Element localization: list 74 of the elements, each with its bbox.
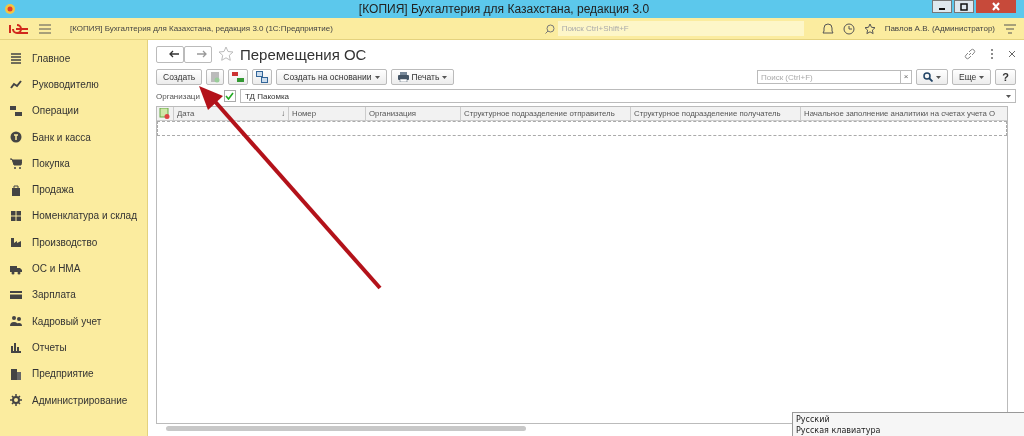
sort-indicator: ↓ bbox=[281, 109, 285, 118]
sidebar-item[interactable]: Операции bbox=[0, 97, 147, 124]
people-icon bbox=[10, 315, 22, 328]
close-icon[interactable] bbox=[976, 0, 1016, 13]
search-icon bbox=[922, 72, 933, 82]
bar-chart-icon bbox=[10, 341, 22, 354]
back-button[interactable] bbox=[156, 45, 184, 63]
clear-button[interactable]: × bbox=[899, 70, 912, 84]
sidebar-item[interactable]: Администрирование bbox=[0, 386, 147, 414]
bag-icon bbox=[10, 183, 22, 196]
sidebar-item[interactable]: Производство bbox=[0, 229, 147, 256]
search-button[interactable] bbox=[915, 69, 948, 85]
tooltip-text: Русский bbox=[796, 414, 831, 425]
restore-icon[interactable] bbox=[954, 0, 974, 13]
create-based-button[interactable]: Создать на основании bbox=[276, 69, 387, 85]
app-title: [КОПИЯ] Бухгалтерия для Казахстана, редакция 3.0 (1С:Предприятие) bbox=[70, 24, 333, 33]
sidebar-item[interactable]: Кадровый учет bbox=[0, 307, 147, 335]
history-icon[interactable] bbox=[842, 22, 855, 35]
create-button[interactable]: Создать bbox=[156, 69, 203, 85]
printer-icon bbox=[397, 72, 409, 82]
link-icon[interactable] bbox=[964, 48, 976, 60]
cart-icon bbox=[10, 157, 22, 170]
factory-icon bbox=[10, 236, 22, 249]
sidebar-item[interactable]: Номенклатура и склад bbox=[0, 202, 147, 230]
structure-button[interactable] bbox=[252, 69, 273, 85]
search-field[interactable]: Поиск Ctrl+Shift+F bbox=[557, 21, 804, 36]
sidebar-item[interactable]: Продажа bbox=[0, 176, 147, 203]
app-logo-icon bbox=[4, 4, 16, 14]
organization-field[interactable]: ТД Пакомка bbox=[239, 89, 1016, 103]
star-icon[interactable] bbox=[863, 22, 876, 35]
minimize-icon[interactable] bbox=[932, 0, 952, 13]
dropdown-icon bbox=[1006, 94, 1011, 98]
document-status-icon bbox=[159, 108, 170, 119]
checkbox[interactable] bbox=[223, 90, 236, 102]
coin-icon bbox=[10, 131, 22, 144]
building-icon bbox=[10, 367, 22, 380]
star-icon[interactable] bbox=[218, 46, 234, 62]
window-title: [КОПИЯ] Бухгалтерия для Казахстана, редакция 3.0 bbox=[357, 2, 651, 16]
more-button[interactable]: Еще bbox=[951, 69, 992, 85]
sidebar-item[interactable]: Предприятие bbox=[0, 360, 147, 387]
close-icon[interactable] bbox=[1008, 50, 1016, 58]
search-icon bbox=[544, 23, 555, 34]
bell-icon[interactable] bbox=[821, 22, 834, 35]
sidebar-item[interactable]: Покупка bbox=[0, 150, 147, 177]
caret-icon bbox=[442, 75, 448, 79]
grid-icon bbox=[10, 209, 22, 222]
sidebar-item[interactable]: ОС и НМА bbox=[0, 255, 147, 282]
card-icon bbox=[10, 288, 22, 301]
sidebar-item[interactable]: Руководителю bbox=[0, 71, 147, 98]
document-icon bbox=[210, 71, 221, 83]
caret-icon bbox=[374, 75, 380, 79]
chart-icon bbox=[10, 78, 22, 91]
sidebar-item[interactable]: Отчеты bbox=[0, 334, 147, 361]
field-label: Организаци bbox=[156, 91, 200, 101]
sidebar-item[interactable]: Банк и касса bbox=[0, 123, 147, 151]
help-button[interactable]: ? bbox=[995, 69, 1016, 85]
checkmark-icon bbox=[225, 92, 235, 100]
user-name[interactable]: Павлов А.В. (Администратор) bbox=[884, 24, 995, 33]
list-icon bbox=[10, 52, 22, 65]
postings-button[interactable] bbox=[228, 69, 249, 85]
search-field[interactable]: Поиск (Ctrl+F) bbox=[756, 70, 900, 84]
settings-icon bbox=[10, 394, 22, 406]
caret-icon bbox=[979, 75, 985, 79]
app-logo-icon bbox=[8, 22, 30, 35]
print-button[interactable]: Печать bbox=[390, 69, 455, 85]
form-title: Перемещения ОС bbox=[240, 45, 367, 63]
back-arrow-icon bbox=[169, 50, 179, 58]
forward-arrow-icon bbox=[197, 50, 207, 58]
sidebar-item[interactable]: Главное bbox=[0, 45, 147, 72]
caret-icon bbox=[935, 75, 941, 79]
tooltip-text: Русская клавиатура bbox=[796, 425, 882, 436]
hierarchy-icon bbox=[256, 71, 269, 83]
sidebar-item[interactable]: Зарплата bbox=[0, 281, 147, 308]
more-icon[interactable] bbox=[990, 48, 994, 60]
